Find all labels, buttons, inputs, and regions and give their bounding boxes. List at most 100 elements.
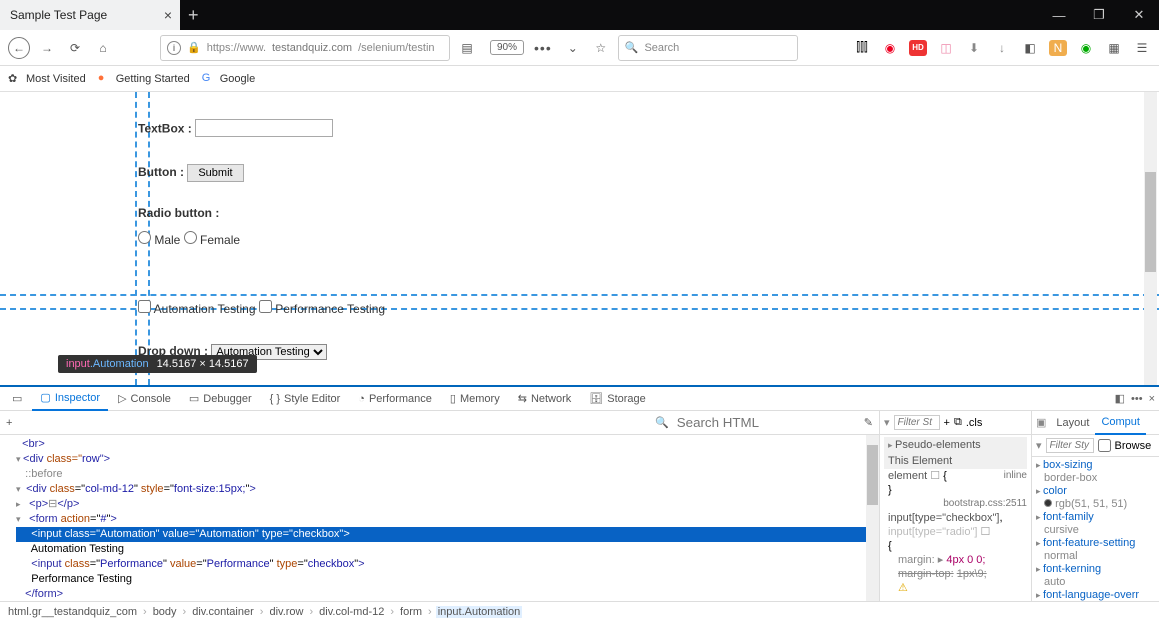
sidebar-icon[interactable]: ◧ bbox=[1021, 40, 1039, 56]
browser-tab[interactable]: Sample Test Page × bbox=[0, 0, 180, 30]
ext-icon-grid[interactable]: ▦ bbox=[1105, 40, 1123, 56]
tab-memory[interactable]: ▯Memory bbox=[442, 387, 508, 411]
style-icon: { } bbox=[270, 393, 280, 405]
tab-debugger[interactable]: ▭Debugger bbox=[181, 387, 260, 411]
downloads-icon[interactable]: ↓ bbox=[993, 40, 1011, 56]
color-swatch bbox=[1044, 499, 1052, 507]
ext-icon-hd[interactable]: HD bbox=[909, 40, 927, 56]
inspector-tooltip: input.Automation 14.5167 × 14.5167 bbox=[58, 355, 257, 373]
tab-network[interactable]: ⇆Network bbox=[510, 387, 580, 411]
filter-computed-input[interactable] bbox=[1046, 438, 1094, 453]
close-window-button[interactable]: ✕ bbox=[1119, 0, 1159, 30]
scrollbar-thumb[interactable] bbox=[1145, 172, 1156, 272]
inspector-guide-v bbox=[135, 92, 137, 385]
breadcrumb-item[interactable]: div.col-md-12 bbox=[317, 606, 386, 618]
reload-button[interactable]: ⟳ bbox=[64, 37, 86, 59]
filter-styles-input[interactable] bbox=[894, 415, 940, 430]
source-line[interactable]: Automation Testing bbox=[16, 542, 879, 557]
reader-mode-icon[interactable]: ▤ bbox=[456, 37, 478, 59]
tab-console[interactable]: ▷Console bbox=[110, 387, 179, 411]
radio-male[interactable] bbox=[138, 231, 151, 244]
ext-icon-download[interactable]: ⬇ bbox=[965, 40, 983, 56]
ext-icon-pink[interactable]: ◫ bbox=[937, 40, 955, 56]
add-rule-icon[interactable]: + bbox=[944, 417, 950, 429]
page-actions-icon[interactable]: ••• bbox=[534, 40, 552, 56]
breadcrumb-item[interactable]: div.container bbox=[190, 606, 256, 618]
tab-inspector[interactable]: ▢Inspector bbox=[32, 387, 108, 411]
ext-icon-n[interactable]: N bbox=[1049, 40, 1067, 56]
sample-textbox[interactable] bbox=[195, 119, 333, 137]
source-line[interactable]: <br> bbox=[16, 437, 879, 452]
pocket-icon[interactable]: ⌄ bbox=[562, 37, 584, 59]
checkbox-performance[interactable] bbox=[259, 300, 272, 313]
forward-button[interactable]: → bbox=[36, 37, 58, 59]
back-button[interactable]: ← bbox=[8, 37, 30, 59]
bookmark-star-icon[interactable]: ☆ bbox=[590, 37, 612, 59]
minimize-button[interactable]: — bbox=[1039, 0, 1079, 30]
zoom-badge[interactable]: 90% bbox=[490, 40, 524, 55]
site-info-icon[interactable]: i bbox=[167, 41, 181, 55]
breadcrumb-item[interactable]: body bbox=[151, 606, 179, 618]
radio-female[interactable] bbox=[184, 231, 197, 244]
bookmark-getting-started[interactable]: ● Getting Started bbox=[98, 72, 190, 86]
checkbox-automation[interactable] bbox=[138, 300, 151, 313]
cls-toggle[interactable]: .cls bbox=[966, 417, 983, 429]
ext-icon-green[interactable]: ◉ bbox=[1077, 40, 1095, 56]
source-scrollbar[interactable] bbox=[866, 435, 879, 601]
toggle-pseudo-icon[interactable]: ⧉ bbox=[954, 416, 962, 429]
search-placeholder: Search bbox=[644, 42, 679, 54]
new-tab-button[interactable]: + bbox=[188, 5, 199, 26]
browser-styles-checkbox[interactable] bbox=[1098, 439, 1111, 452]
gear-icon: ✿ bbox=[8, 72, 22, 86]
add-element-button[interactable]: + bbox=[6, 417, 12, 429]
home-button[interactable]: ⌂ bbox=[92, 37, 114, 59]
source-line-selected[interactable]: <input class="Automation" value="Automat… bbox=[16, 527, 879, 542]
breadcrumb-item[interactable]: form bbox=[398, 606, 424, 618]
inspector-icon: ▢ bbox=[40, 391, 50, 404]
tab-layout[interactable]: Layout bbox=[1050, 417, 1095, 429]
close-tab-icon[interactable]: × bbox=[164, 7, 172, 23]
source-line[interactable]: </form> bbox=[16, 587, 879, 601]
bookmark-most-visited[interactable]: ✿ Most Visited bbox=[8, 72, 86, 86]
browser-tab-bar: Sample Test Page × + — ❐ ✕ bbox=[0, 0, 1159, 30]
source-line[interactable]: Performance Testing bbox=[16, 572, 879, 587]
inspect-icon: ▭ bbox=[12, 392, 22, 405]
address-bar[interactable]: i 🔒 https://www.testandquiz.com/selenium… bbox=[160, 35, 450, 61]
source-line[interactable]: <form action="#"> bbox=[16, 512, 879, 527]
ext-icon-red-dot[interactable]: ◉ bbox=[881, 40, 899, 56]
dock-side-icon[interactable]: ◧ bbox=[1115, 392, 1125, 405]
hamburger-menu-icon[interactable]: ☰ bbox=[1133, 40, 1151, 56]
restore-button[interactable]: ❐ bbox=[1079, 0, 1119, 30]
page-scrollbar[interactable] bbox=[1144, 92, 1157, 385]
breadcrumb-item[interactable]: input.Automation bbox=[436, 606, 523, 618]
library-icon[interactable]: ⫿⫿⫿ bbox=[853, 40, 871, 56]
url-host: testandquiz.com bbox=[272, 42, 352, 54]
search-bar[interactable]: 🔍 Search bbox=[618, 35, 798, 61]
box-model-icon[interactable]: ▣ bbox=[1032, 416, 1050, 429]
tab-performance[interactable]: ◔Performance bbox=[350, 387, 440, 411]
tab-computed[interactable]: Comput bbox=[1095, 411, 1146, 435]
memory-icon: ▯ bbox=[450, 392, 456, 405]
tab-style-editor[interactable]: { }Style Editor bbox=[262, 387, 349, 411]
search-html-input[interactable] bbox=[673, 413, 858, 432]
bookmark-google[interactable]: G Google bbox=[202, 72, 255, 86]
breadcrumb-item[interactable]: div.row bbox=[267, 606, 305, 618]
submit-button[interactable]: Submit bbox=[187, 164, 243, 182]
scrollbar-thumb[interactable] bbox=[867, 445, 878, 505]
source-line[interactable]: <input class="Performance" value="Perfor… bbox=[16, 557, 879, 572]
breadcrumb-item[interactable]: html.gr__testandquiz_com bbox=[6, 606, 139, 618]
source-line[interactable]: <p>⊟</p> bbox=[16, 497, 879, 512]
tooltip-class: .Automation bbox=[90, 358, 149, 370]
button-label: Button : bbox=[138, 165, 184, 179]
devtools-close-icon[interactable]: × bbox=[1149, 393, 1155, 405]
edit-html-icon[interactable]: ✎ bbox=[864, 416, 873, 429]
rules-section-pseudo[interactable]: Pseudo-elements bbox=[884, 437, 1027, 453]
rules-section-this: This Element bbox=[884, 453, 1027, 469]
source-line[interactable]: ::before bbox=[16, 467, 879, 482]
devtools-more-icon[interactable]: ••• bbox=[1131, 393, 1143, 405]
filter-icon: ▾ bbox=[1036, 439, 1042, 452]
tab-storage[interactable]: 🗄Storage bbox=[581, 387, 654, 411]
source-line[interactable]: <div class="col-md-12" style="font-size:… bbox=[16, 482, 879, 497]
tab-pick-element[interactable]: ▭ bbox=[4, 387, 30, 411]
source-line[interactable]: <div class="row"> bbox=[16, 452, 879, 467]
